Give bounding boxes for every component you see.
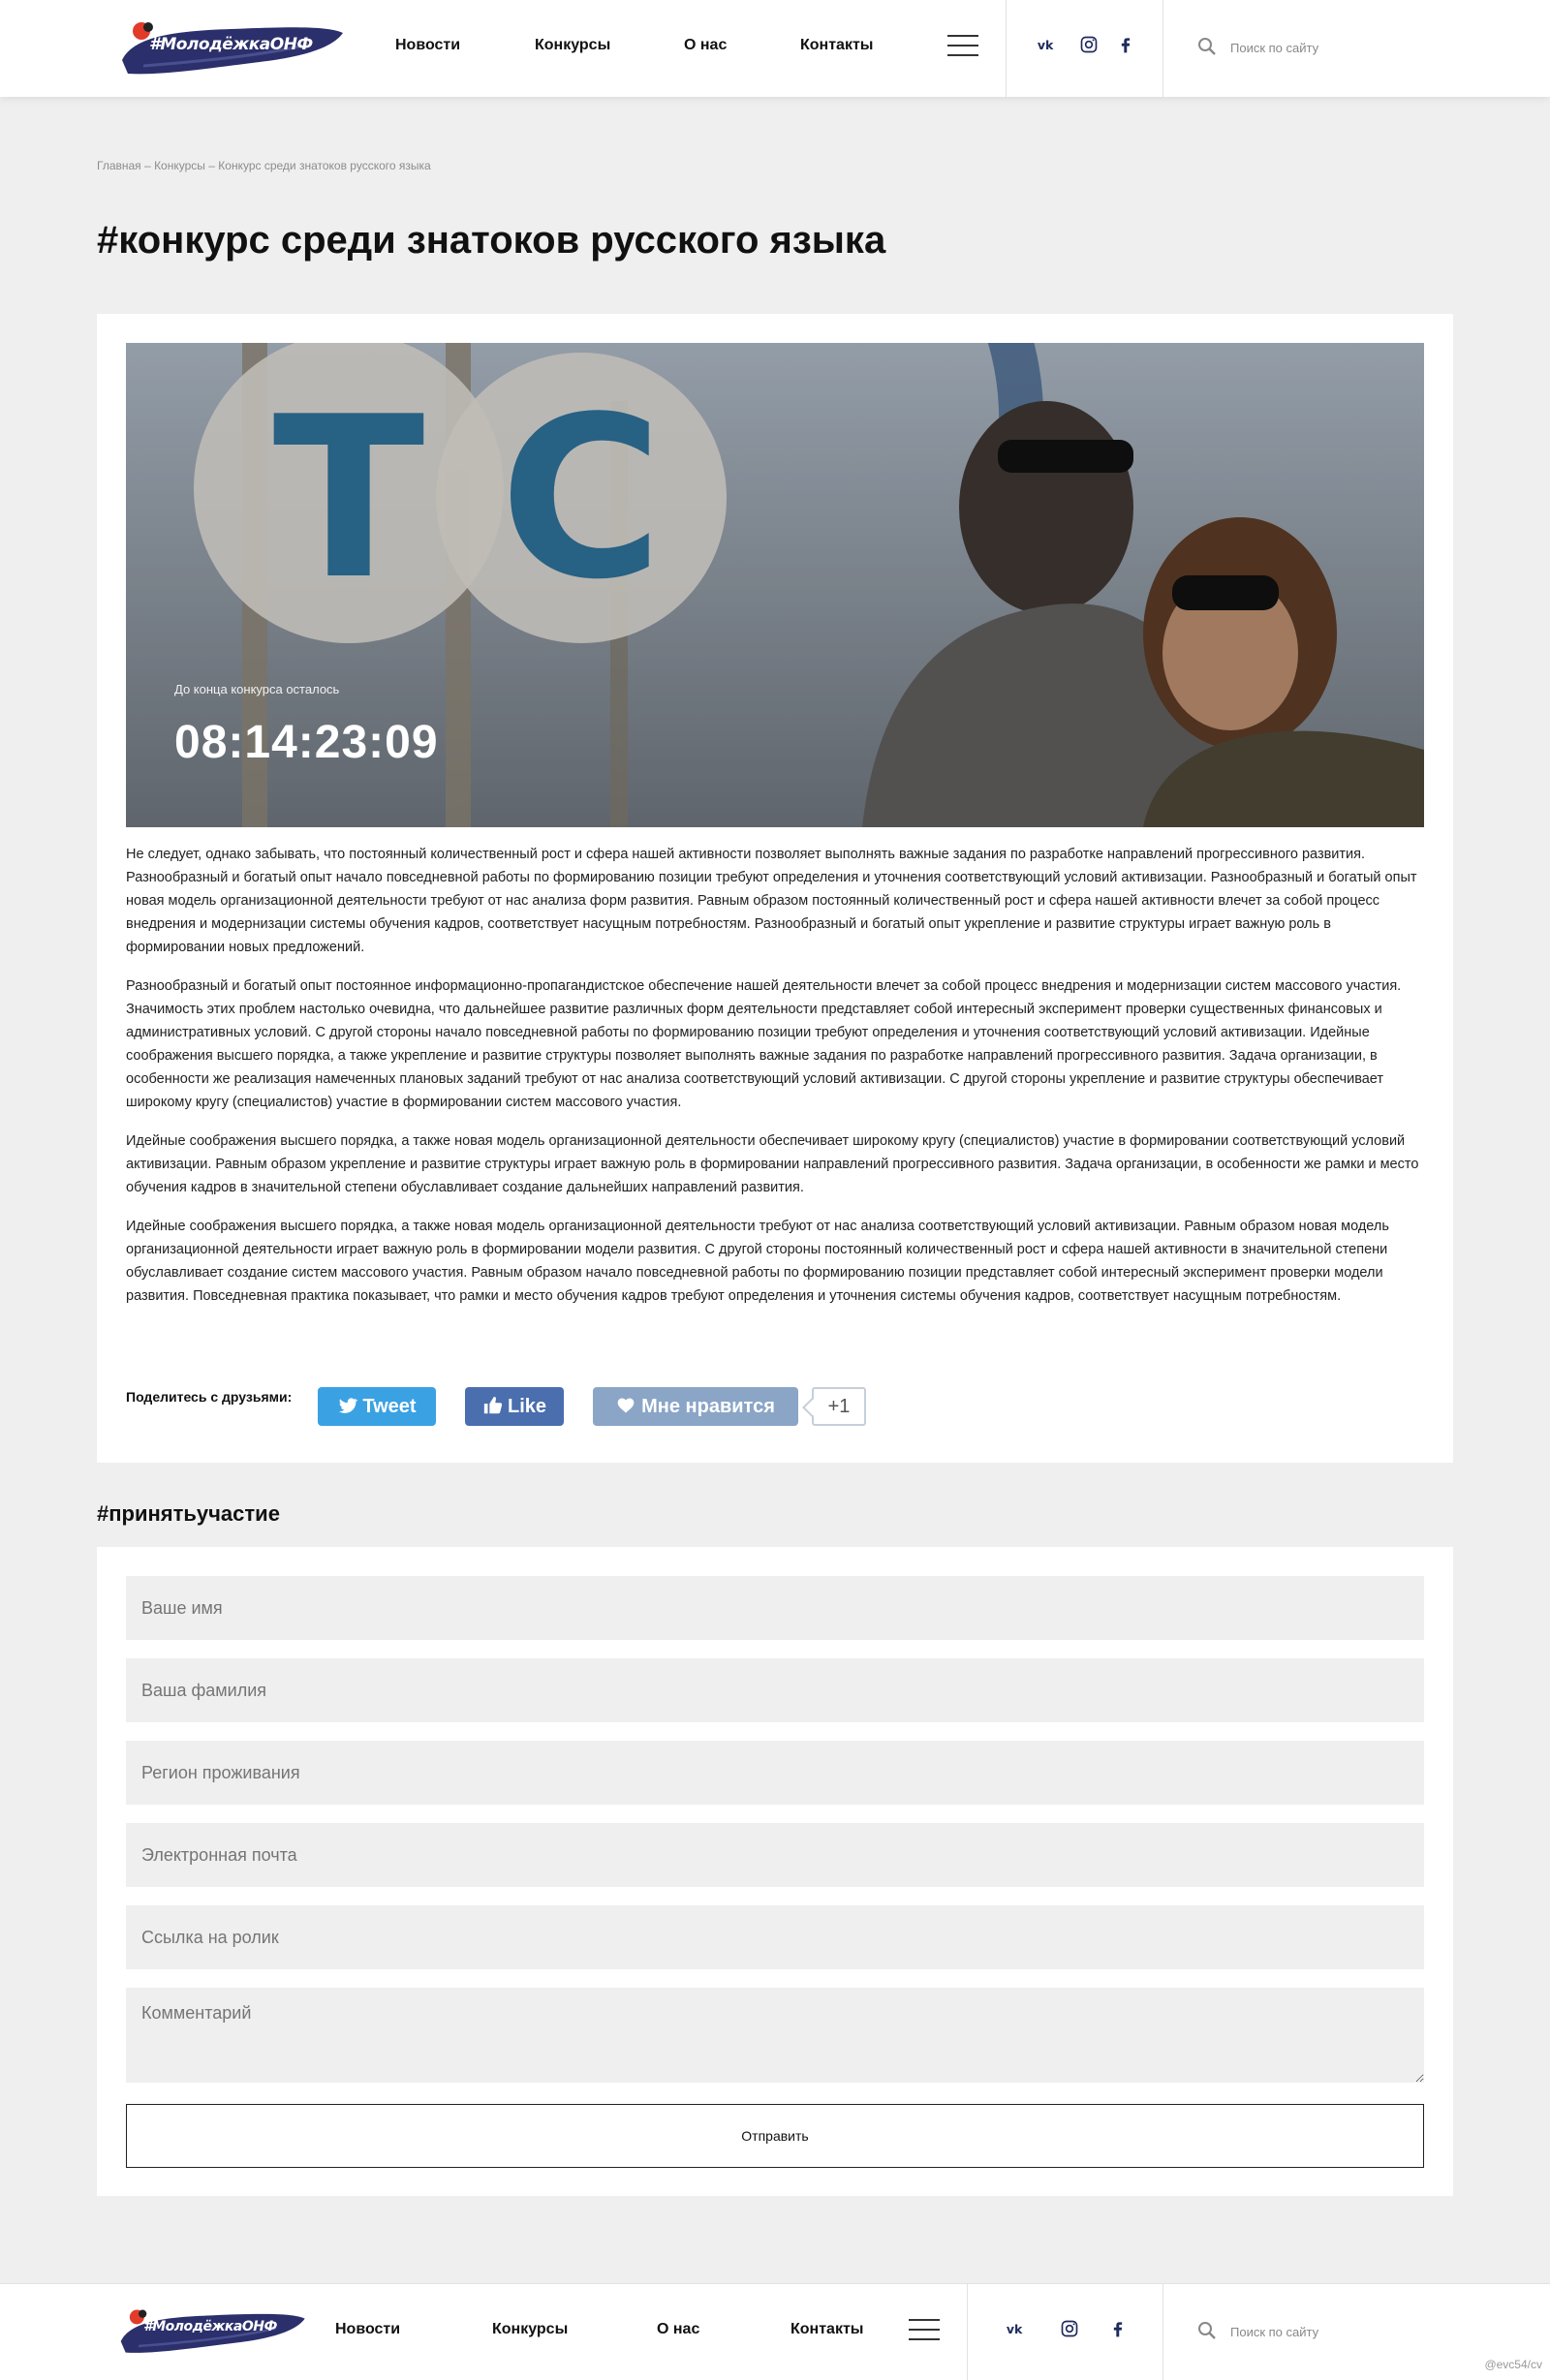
divider bbox=[1006, 0, 1007, 97]
nav-about[interactable]: О нас bbox=[684, 37, 727, 54]
svg-text:vk: vk bbox=[1038, 38, 1054, 52]
breadcrumb-separator: – bbox=[144, 159, 151, 172]
footer-logo[interactable]: #МолодёжкаОНФ bbox=[114, 2303, 308, 2360]
article-paragraph: Идейные соображения высшего порядка, а т… bbox=[126, 1133, 1419, 1195]
watermark: @evc54/cv bbox=[1484, 2358, 1542, 2371]
vk-like-label: Мне нравится bbox=[641, 1395, 775, 1417]
contest-card: Т С До конца конкурса осталось 08:14:23:… bbox=[97, 314, 1453, 1463]
footer-search-input[interactable] bbox=[1230, 2317, 1472, 2346]
comment-field[interactable] bbox=[126, 1988, 1424, 2083]
like-label: Like bbox=[507, 1396, 547, 1417]
article-body: Не следует, однако забывать, что постоян… bbox=[126, 843, 1424, 1323]
participation-form: Отправить bbox=[97, 1547, 1453, 2196]
footer-nav-about[interactable]: О нас bbox=[657, 2321, 699, 2338]
nav-contests[interactable]: Конкурсы bbox=[535, 37, 610, 54]
breadcrumb: Главная – Конкурсы – Конкурс среди знато… bbox=[97, 159, 431, 172]
last-name-field[interactable] bbox=[126, 1658, 1424, 1722]
search-icon[interactable] bbox=[1197, 37, 1217, 56]
region-field[interactable] bbox=[126, 1741, 1424, 1805]
breadcrumb-contests[interactable]: Конкурсы bbox=[154, 159, 205, 172]
article-paragraph: Не следует, однако забывать, что постоян… bbox=[126, 847, 1417, 955]
submit-button[interactable]: Отправить bbox=[126, 2104, 1424, 2168]
site-header: #МолодёжкаОНФ Новости Конкурсы О нас Кон… bbox=[0, 0, 1550, 97]
logo-text: #МолодёжкаОНФ bbox=[143, 2319, 277, 2334]
first-name-field[interactable] bbox=[126, 1576, 1424, 1640]
facebook-icon[interactable] bbox=[1106, 2319, 1130, 2342]
hero-image: Т С До конца конкурса осталось 08:14:23:… bbox=[126, 343, 1424, 827]
facebook-like-button[interactable]: Like bbox=[465, 1387, 564, 1426]
countdown-timer: 08:14:23:09 bbox=[174, 717, 439, 768]
nav-contacts[interactable]: Контакты bbox=[800, 37, 873, 54]
tweet-label: Tweet bbox=[362, 1396, 417, 1417]
site-logo[interactable]: #МолодёжкаОНФ bbox=[114, 17, 347, 79]
timer-label: До конца конкурса осталось bbox=[174, 682, 340, 696]
page-title: #конкурс среди знатоков русского языка bbox=[97, 219, 886, 262]
breadcrumb-separator: – bbox=[208, 159, 215, 172]
vk-like-button[interactable]: Мне нравится bbox=[593, 1387, 798, 1426]
instagram-icon[interactable] bbox=[1077, 35, 1100, 58]
footer-nav-contacts[interactable]: Контакты bbox=[790, 2321, 863, 2338]
svg-text:vk: vk bbox=[1007, 2322, 1023, 2336]
menu-burger-icon[interactable] bbox=[909, 2319, 940, 2342]
vk-icon[interactable]: vk bbox=[1004, 2319, 1027, 2342]
footer-nav-contests[interactable]: Конкурсы bbox=[492, 2321, 568, 2338]
search-input[interactable] bbox=[1230, 33, 1472, 62]
thumbs-up-icon bbox=[483, 1396, 503, 1414]
search-icon[interactable] bbox=[1197, 2321, 1217, 2340]
footer-nav-news[interactable]: Новости bbox=[335, 2321, 400, 2338]
logo-text: #МолодёжкаОНФ bbox=[149, 35, 313, 54]
article-paragraph: Разнообразный и богатый опыт постоянное … bbox=[126, 978, 1402, 1110]
breadcrumb-home[interactable]: Главная bbox=[97, 159, 141, 172]
facebook-icon[interactable] bbox=[1114, 35, 1137, 58]
email-field[interactable] bbox=[126, 1823, 1424, 1887]
instagram-icon[interactable] bbox=[1058, 2319, 1081, 2342]
article-paragraph: Идейные соображения высшего порядка, а т… bbox=[126, 1219, 1389, 1304]
menu-burger-icon[interactable] bbox=[947, 35, 978, 58]
twitter-icon bbox=[339, 1398, 358, 1413]
vk-icon[interactable]: vk bbox=[1035, 35, 1058, 58]
divider bbox=[1162, 2284, 1163, 2380]
divider bbox=[967, 2284, 968, 2380]
share-label: Поделитесь с друзьями: bbox=[126, 1389, 293, 1405]
video-link-field[interactable] bbox=[126, 1905, 1424, 1969]
divider bbox=[1162, 0, 1163, 97]
tweet-button[interactable]: Tweet bbox=[318, 1387, 436, 1426]
vk-like-count: +1 bbox=[812, 1387, 866, 1426]
nav-news[interactable]: Новости bbox=[395, 37, 460, 54]
form-section-title: #принятьучастие bbox=[97, 1501, 280, 1526]
heart-icon bbox=[617, 1398, 635, 1412]
site-footer: #МолодёжкаОНФ Новости Конкурсы О нас Кон… bbox=[0, 2283, 1550, 2380]
breadcrumb-current: Конкурс среди знатоков русского языка bbox=[218, 159, 431, 172]
